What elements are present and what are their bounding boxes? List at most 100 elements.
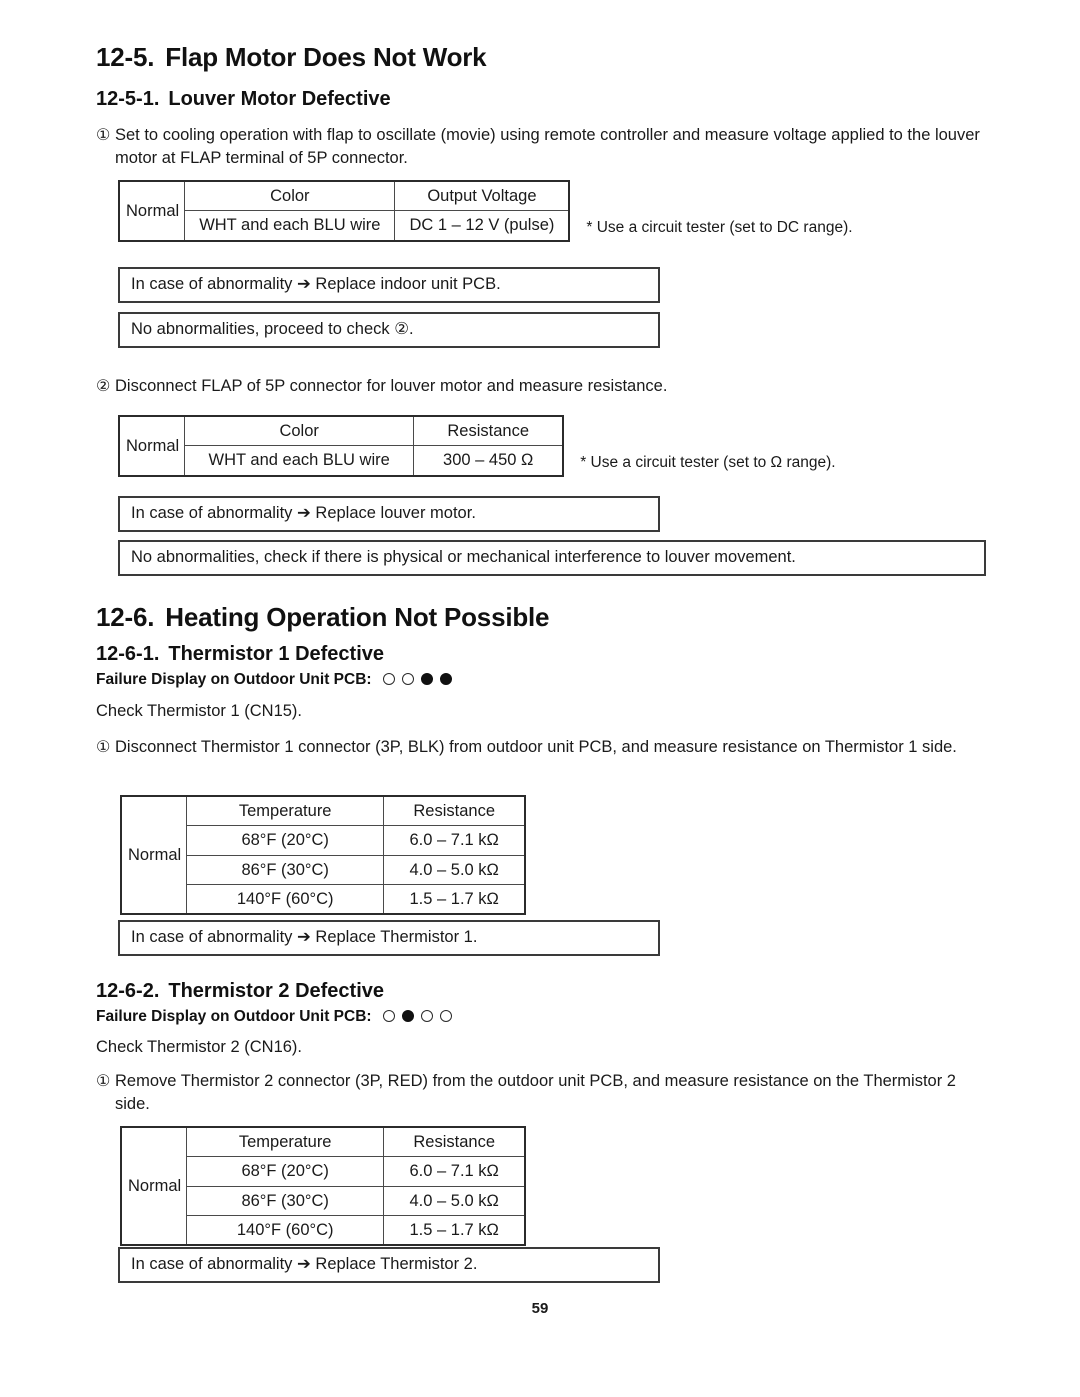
step-text-1: Remove Thermistor 2 connector (3P, RED) …	[115, 1072, 956, 1113]
col-header-color: Color	[184, 180, 396, 212]
outcome-box-text: In case of abnormality ➔ Replace Thermis…	[131, 1255, 478, 1273]
step-1-12-6-1: ① Disconnect Thermistor 1 connector (3P, …	[96, 736, 1017, 759]
outcome-box-replace-louver-motor: In case of abnormality ➔ Replace louver …	[118, 496, 660, 533]
step-1-12-5-1: ① Set to cooling operation with flap to o…	[96, 124, 1015, 169]
outcome-box-mechanical-interference: No abnormalities, check if there is phys…	[118, 540, 986, 577]
table-block-thermistor-2: Normal Temperature Resistance 68°F (20°C…	[120, 1126, 527, 1247]
subsection-number-12-5-1: 12-5-1.	[96, 88, 160, 110]
table-row: Normal Temperature Resistance	[120, 795, 526, 915]
row-label-normal: Normal	[118, 180, 186, 242]
cell-temperature-value: 86°F (30°C)	[186, 1185, 385, 1216]
table-block-output-voltage: Normal Color Output Voltage WHT and each…	[118, 180, 853, 242]
col-header-resistance: Resistance	[383, 795, 526, 827]
failure-dot-2-open	[401, 673, 414, 685]
subsection-number-12-6-2: 12-6-2.	[96, 980, 160, 1002]
cell-temperature-value: 140°F (60°C)	[186, 883, 385, 915]
section-heading-12-5: 12-5. Flap Motor Does Not Work	[96, 42, 487, 73]
step-1-12-6-2: ① Remove Thermistor 2 connector (3P, RED)…	[96, 1070, 995, 1115]
section-number-12-5: 12-5.	[96, 42, 155, 72]
step-text-2: Disconnect FLAP of 5P connector for louv…	[115, 377, 668, 395]
cell-color-value: WHT and each BLU wire	[184, 445, 415, 477]
col-header-resistance: Resistance	[413, 415, 564, 447]
outcome-box-text: In case of abnormality ➔ Replace Thermis…	[131, 928, 478, 946]
row-label-normal: Normal	[120, 795, 188, 915]
row-label-normal: Normal	[120, 1126, 188, 1246]
cell-resistance-value: 4.0 – 5.0 kΩ	[383, 854, 526, 885]
outcome-box-replace-thermistor-2: In case of abnormality ➔ Replace Thermis…	[118, 1247, 660, 1284]
outcome-box-text: In case of abnormality ➔ Replace louver …	[131, 504, 476, 522]
step-text-1: Set to cooling operation with flap to os…	[115, 126, 980, 167]
outcome-box-proceed-check-2: No abnormalities, proceed to check ②.	[118, 312, 660, 349]
cell-color-value: WHT and each BLU wire	[184, 210, 396, 242]
table-block-resistance-louver: Normal Color Resistance WHT and each BLU…	[118, 415, 836, 477]
failure-dot-1-open	[382, 1010, 395, 1022]
step-marker-1: ①	[96, 127, 111, 144]
outcome-box-text: In case of abnormality ➔ Replace indoor …	[131, 275, 501, 293]
failure-dot-2-filled	[401, 1010, 414, 1022]
section-number-12-6: 12-6.	[96, 602, 155, 632]
table-thermistor-1-resistance: Normal Temperature Resistance 68°F (20°C…	[120, 795, 527, 916]
table-row: Normal Color Output Voltage	[118, 180, 570, 242]
cell-temperature-value: 140°F (60°C)	[186, 1214, 385, 1246]
subsection-heading-12-6-2: 12-6-2. Thermistor 2 Defective	[96, 980, 384, 1003]
failure-display-12-6-1: Failure Display on Outdoor Unit PCB:	[96, 671, 452, 689]
table-block-thermistor-1: Normal Temperature Resistance 68°F (20°C…	[120, 795, 527, 916]
outcome-box-text: No abnormalities, check if there is phys…	[131, 548, 796, 566]
table-row: Normal Temperature Resistance	[120, 1126, 526, 1246]
cell-voltage-value: DC 1 – 12 V (pulse)	[394, 210, 570, 242]
failure-display-12-6-2: Failure Display on Outdoor Unit PCB:	[96, 1008, 452, 1026]
tester-note-dc: * Use a circuit tester (set to DC range)…	[586, 218, 853, 236]
step-marker-1: ①	[96, 739, 111, 756]
failure-dot-3-open	[420, 1010, 433, 1022]
check-thermistor-1-line: Check Thermistor 1 (CN15).	[96, 700, 302, 722]
table-output-voltage: Normal Color Output Voltage WHT and each…	[118, 180, 571, 242]
outcome-box-replace-indoor-pcb: In case of abnormality ➔ Replace indoor …	[118, 267, 660, 304]
col-header-color: Color	[184, 415, 415, 447]
cell-temperature-value: 86°F (30°C)	[186, 854, 385, 885]
cell-resistance-value: 6.0 – 7.1 kΩ	[383, 825, 526, 856]
col-header-temperature: Temperature	[186, 1126, 385, 1158]
subsection-heading-12-6-1: 12-6-1. Thermistor 1 Defective	[96, 643, 384, 666]
outcome-box-replace-thermistor-1: In case of abnormality ➔ Replace Thermis…	[118, 920, 660, 957]
outcome-box-text: No abnormalities, proceed to check ②.	[131, 320, 414, 338]
col-header-temperature: Temperature	[186, 795, 385, 827]
subsection-title-12-6-1: Thermistor 1 Defective	[168, 643, 385, 665]
tester-note-ohm: * Use a circuit tester (set to Ω range).	[580, 453, 836, 471]
subsection-heading-12-5-1: 12-5-1. Louver Motor Defective	[96, 88, 391, 111]
cell-resistance-value: 1.5 – 1.7 kΩ	[383, 883, 526, 915]
table-thermistor-2-resistance: Normal Temperature Resistance 68°F (20°C…	[120, 1126, 527, 1247]
cell-temperature-value: 68°F (20°C)	[186, 1156, 385, 1187]
cell-resistance-value: 300 – 450 Ω	[413, 445, 564, 477]
failure-dot-4-filled	[439, 673, 452, 685]
section-title-12-6: Heating Operation Not Possible	[165, 602, 550, 632]
check-line-text: Check Thermistor 1 (CN15).	[96, 702, 303, 720]
subsection-title-12-6-2: Thermistor 2 Defective	[168, 980, 385, 1002]
subsection-title-12-5-1: Louver Motor Defective	[168, 88, 391, 110]
failure-display-dots	[382, 673, 452, 685]
failure-dot-1-open	[382, 673, 395, 685]
col-header-resistance: Resistance	[383, 1126, 526, 1158]
cell-temperature-value: 68°F (20°C)	[186, 825, 385, 856]
failure-dot-3-filled	[420, 673, 433, 685]
table-louver-resistance: Normal Color Resistance WHT and each BLU…	[118, 415, 565, 477]
failure-display-label: Failure Display on Outdoor Unit PCB:	[96, 671, 372, 688]
table-row: WHT and each BLU wire 300 – 450 Ω	[119, 445, 564, 477]
table-row: Normal Color Resistance	[118, 415, 564, 477]
section-title-12-5: Flap Motor Does Not Work	[165, 42, 487, 72]
cell-resistance-value: 4.0 – 5.0 kΩ	[383, 1185, 526, 1216]
document-page: 12-5. Flap Motor Does Not Work 12-5-1. Lou…	[0, 0, 1080, 1397]
table-row: WHT and each BLU wire DC 1 – 12 V (pulse…	[119, 210, 570, 242]
col-header-output-voltage: Output Voltage	[394, 180, 570, 212]
step-marker-1: ①	[96, 1073, 111, 1090]
step-text-1: Disconnect Thermistor 1 connector (3P, B…	[115, 738, 957, 756]
cell-resistance-value: 1.5 – 1.7 kΩ	[383, 1214, 526, 1246]
subsection-number-12-6-1: 12-6-1.	[96, 643, 160, 665]
row-label-normal: Normal	[118, 415, 186, 477]
step-marker-2: ②	[96, 378, 111, 395]
page-number: 59	[531, 1300, 549, 1317]
failure-dot-4-open	[439, 1010, 452, 1022]
failure-display-dots	[382, 1010, 452, 1022]
check-thermistor-2-line: Check Thermistor 2 (CN16).	[96, 1036, 302, 1058]
step-2-12-5-1: ② Disconnect FLAP of 5P connector for lou…	[96, 375, 1015, 398]
check-line-text: Check Thermistor 2 (CN16).	[96, 1038, 303, 1056]
